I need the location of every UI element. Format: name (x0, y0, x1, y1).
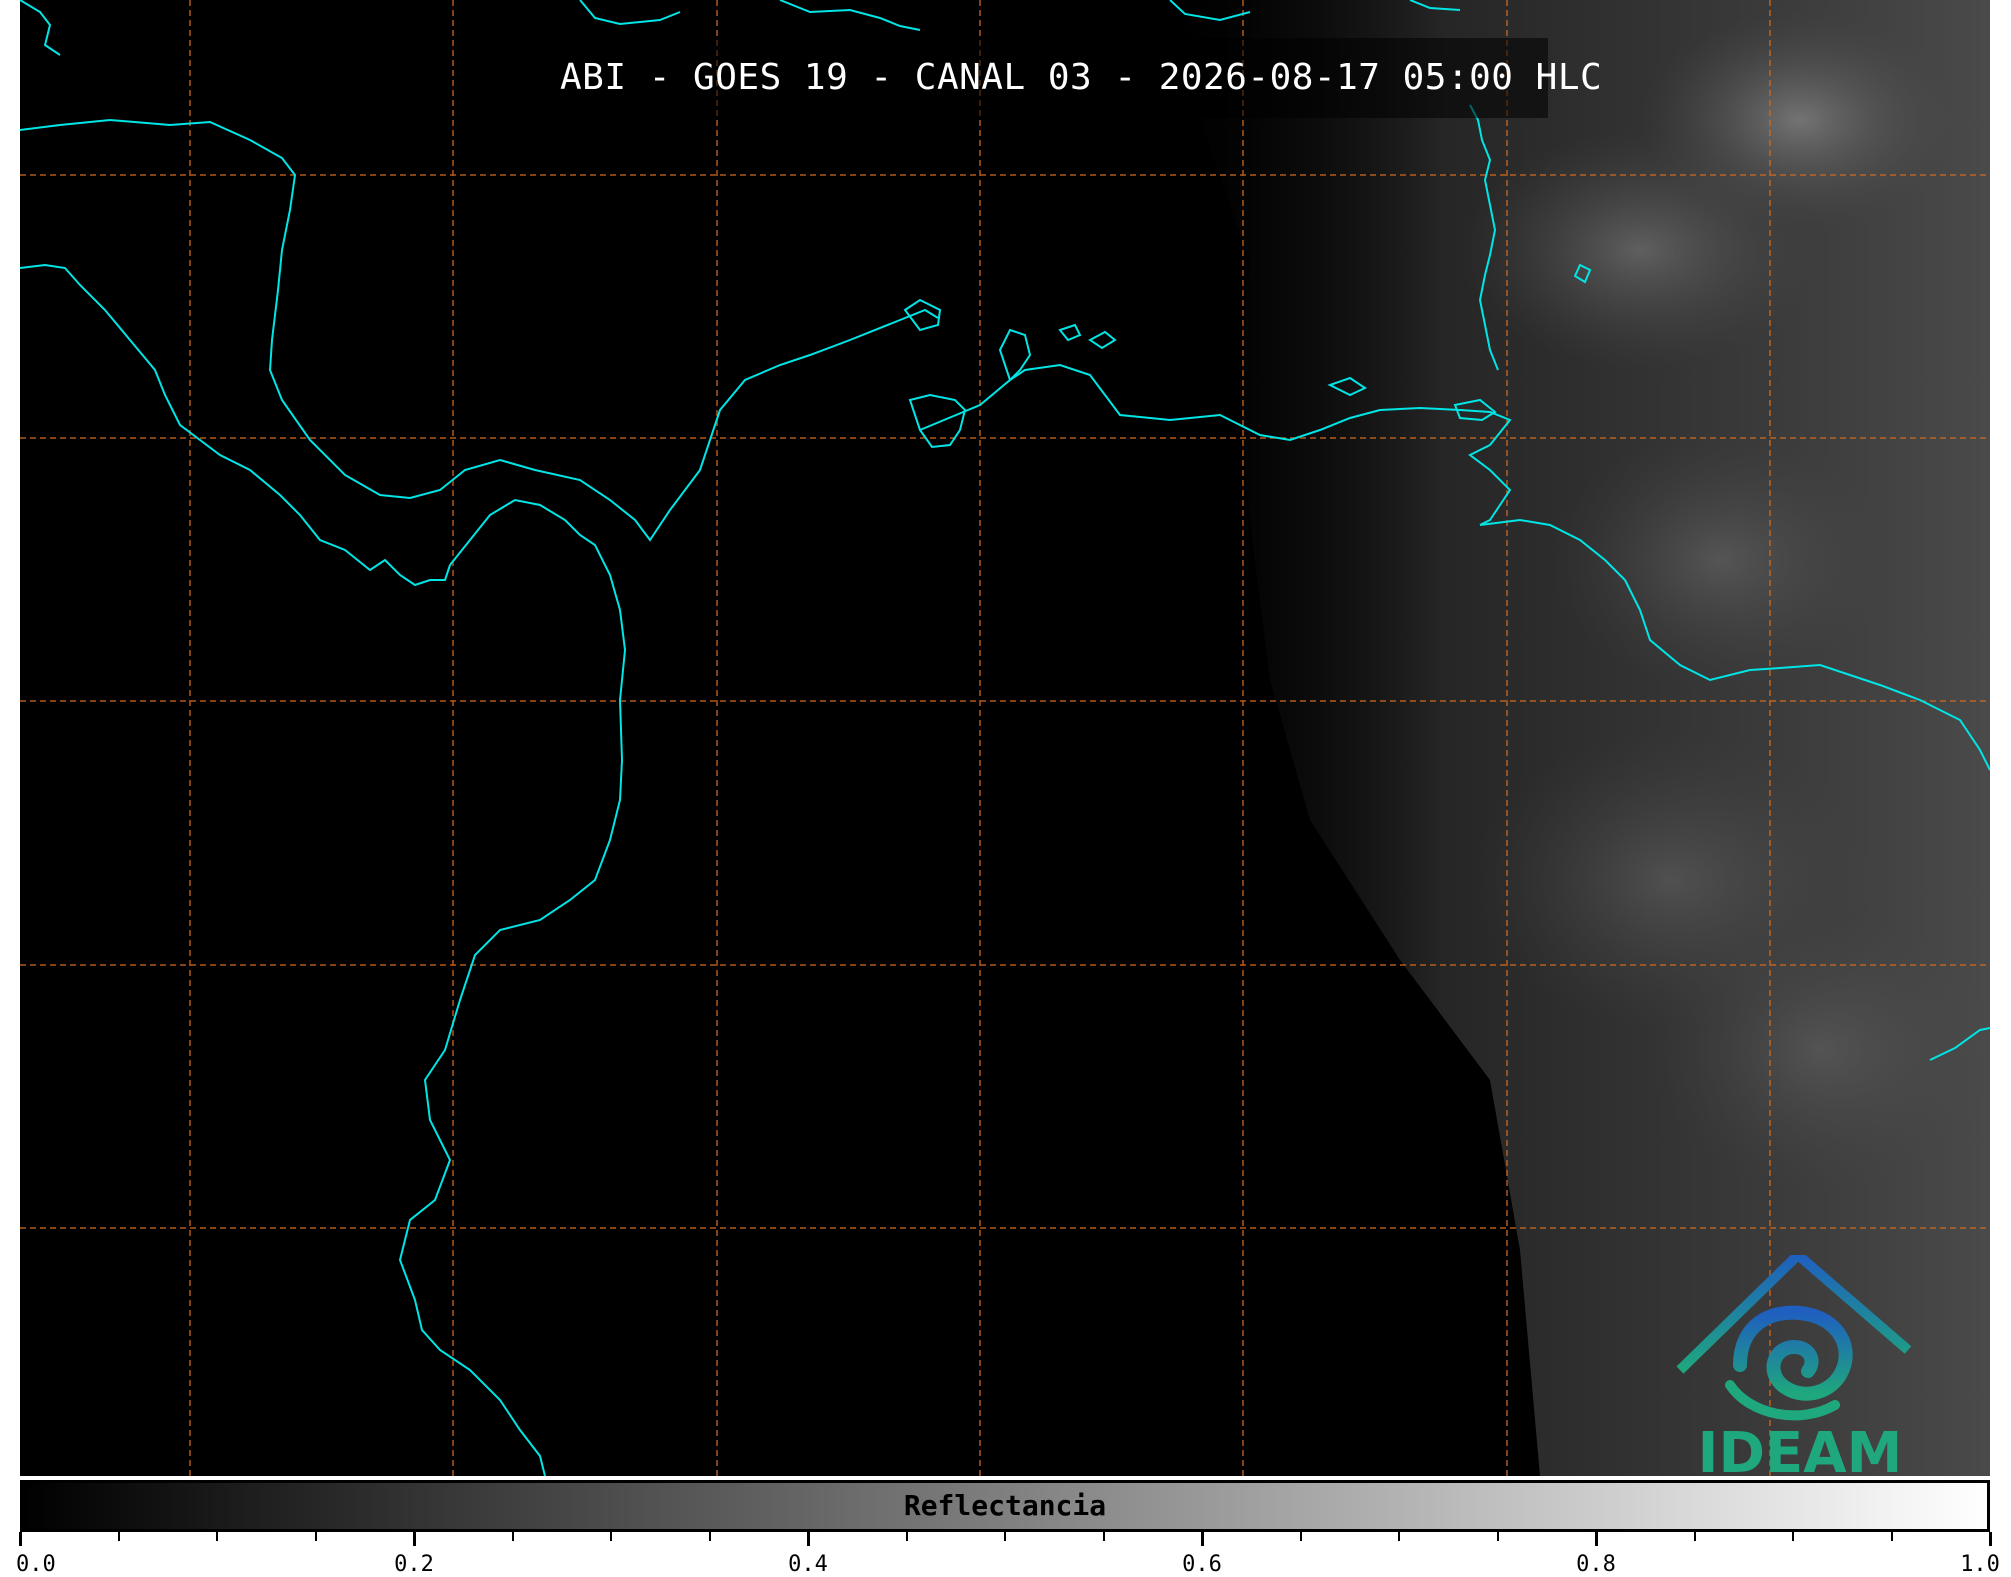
colorbar-major-tick (1201, 1532, 1204, 1546)
colorbar: Reflectancia (20, 1480, 1990, 1532)
colorbar-tick-label: 1.0 (1960, 1552, 2000, 1577)
colorbar-minor-tick (1398, 1532, 1400, 1541)
colorbar-ticks: 0.0 0.2 0.4 0.6 0.8 1.0 (16, 1532, 2000, 1577)
coastline-panama-colombia (398, 498, 627, 1476)
colorbar-tick-label: 0.4 (788, 1552, 828, 1577)
colorbar-minor-tick (905, 1532, 908, 1541)
colorbar-minor-tick (511, 1532, 514, 1541)
coastline-maracaibo (908, 393, 967, 449)
colorbar-major-tick (19, 1532, 22, 1546)
colorbar-tick-label: 0.0 (16, 1552, 56, 1577)
coastline-island (1929, 1027, 1990, 1061)
ideam-logo-text: IDEAM (1697, 1421, 1903, 1476)
coastline-guajira (998, 328, 1032, 382)
colorbar-minor-tick (1004, 1532, 1006, 1541)
colorbar-minor-tick (1299, 1532, 1302, 1541)
coastline-lesser-antilles (1469, 104, 1499, 371)
coastline-guyana-brazil (1479, 518, 1990, 771)
colorbar-major-tick (807, 1532, 810, 1546)
coastline-central-america (20, 118, 939, 542)
colorbar-minor-tick (314, 1532, 317, 1541)
colorbar-minor-tick (117, 1532, 120, 1541)
colorbar-minor-tick (708, 1532, 711, 1541)
satellite-map: ABI - GOES 19 - CANAL 03 - 2026-08-17 05… (20, 0, 1990, 1476)
colorbar-tick-label: 0.6 (1182, 1552, 1222, 1577)
colorbar-major-tick (1989, 1532, 1992, 1546)
ideam-logo-icon (1676, 1250, 1912, 1421)
coastline-mexico-south (20, 263, 451, 587)
colorbar-label: Reflectancia (903, 1489, 1107, 1522)
colorbar-tick-label: 0.8 (1576, 1552, 1616, 1577)
coastline-island (20, 0, 61, 56)
colorbar-minor-tick (1693, 1532, 1696, 1541)
coastline-island (1327, 376, 1368, 397)
colorbar-tick-label: 0.2 (394, 1552, 434, 1577)
colorbar-major-tick (413, 1532, 416, 1546)
colorbar-minor-tick (1102, 1532, 1105, 1541)
coastline-venezuela (919, 363, 1512, 526)
coastline-island (1573, 263, 1592, 284)
coastline-island (1058, 323, 1082, 342)
colorbar-major-tick (1595, 1532, 1598, 1546)
colorbar-minor-tick (610, 1532, 612, 1541)
colorbar-minor-tick (1496, 1532, 1499, 1541)
colorbar-minor-tick (216, 1532, 218, 1541)
colorbar-minor-tick (1792, 1532, 1794, 1541)
colorbar-minor-tick (1890, 1532, 1893, 1541)
map-title: ABI - GOES 19 - CANAL 03 - 2026-08-17 05… (560, 38, 1602, 118)
ideam-logo: IDEAM (1670, 1250, 1940, 1476)
coastline-antilles (579, 0, 1461, 31)
coastline-island (1088, 330, 1117, 350)
